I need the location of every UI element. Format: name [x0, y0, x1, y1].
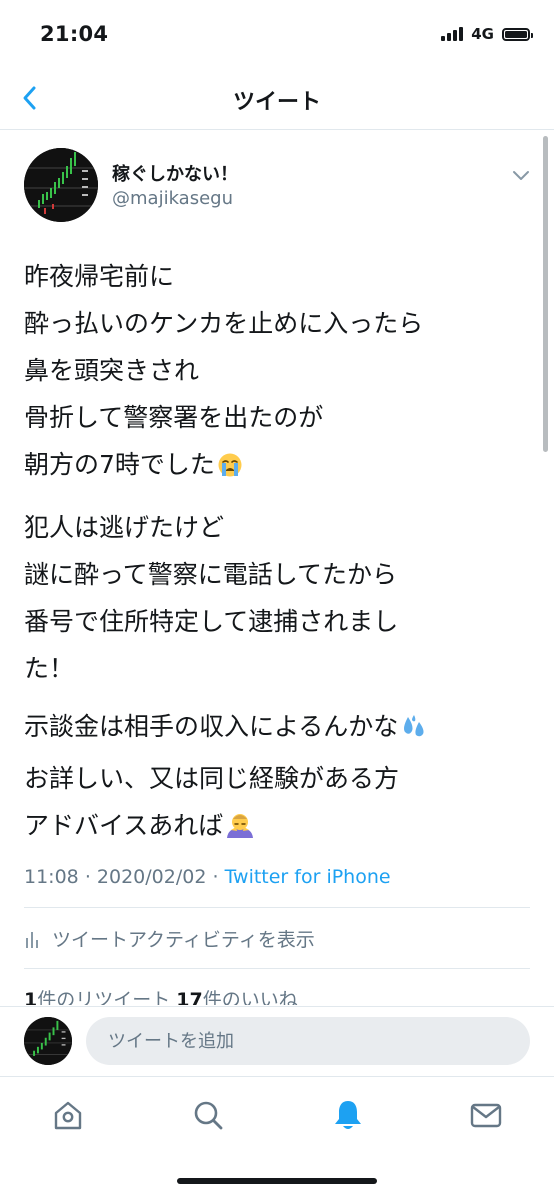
page-title: ツイート [232, 90, 321, 115]
text-line: 酔っ払いのケンカを止めに入ったら [24, 309, 424, 338]
text-line: 謎に酔って警察に電話してたから [24, 560, 398, 589]
avatar-chart-image [24, 1017, 72, 1065]
tweet-activity-label: ツイートアクティビティを表示 [52, 928, 315, 951]
avatar[interactable] [24, 148, 98, 222]
crying-face-emoji [217, 446, 243, 493]
tweet-date: 2020/02/02 [96, 866, 207, 888]
home-icon [54, 1101, 82, 1130]
signal-icon [441, 27, 464, 41]
search-icon [194, 1101, 223, 1130]
sweat-droplets-emoji [400, 708, 428, 755]
tab-notifications[interactable] [330, 1097, 366, 1133]
text-line: 鼻を頭突きされ [24, 356, 200, 385]
text-line: アドバイスあれば [24, 811, 224, 840]
notifications-icon [335, 1101, 361, 1129]
tweet-paragraph: 示談金は相手の収入によるんかな お詳しい、又は同じ経験がある方 アドバイスあれば [24, 703, 534, 854]
analytics-icon [26, 932, 38, 948]
divider [24, 907, 530, 908]
tab-home[interactable] [50, 1097, 86, 1133]
tab-messages[interactable] [468, 1097, 504, 1133]
text-line-with-emoji: 朝方の7時でした [24, 441, 534, 493]
text-line-with-emoji: 示談金は相手の収入によるんかな [24, 703, 534, 755]
tweet-options-button[interactable] [510, 164, 532, 186]
meta-separator: · [84, 866, 91, 888]
text-line: 朝方の7時でした [24, 450, 215, 479]
divider [24, 968, 530, 969]
retweet-count-link[interactable]: 1件のリツイート [24, 989, 170, 1005]
tweet-text: 昨夜帰宅前に 酔っ払いのケンカを止めに入ったら 鼻を頭突きされ 骨折して警察署を… [24, 253, 534, 865]
text-line: 番号で住所特定して逮捕されまし [24, 607, 399, 636]
status-time: 21:04 [40, 22, 109, 46]
author-name[interactable]: 稼ぐしかない！ [112, 160, 238, 186]
text-line: 昨夜帰宅前に [24, 262, 175, 291]
like-count-link[interactable]: 17件のいいね [176, 989, 297, 1005]
status-bar: 21:04 4G [0, 0, 554, 68]
tweet-time: 11:08 [24, 866, 79, 888]
meta-separator: · [212, 866, 219, 888]
avatar[interactable] [24, 1017, 72, 1065]
tweet-paragraph: 昨夜帰宅前に 酔っ払いのケンカを止めに入ったら 鼻を頭突きされ 骨折して警察署を… [24, 253, 534, 493]
text-line: お詳しい、又は同じ経験がある方 [24, 764, 400, 793]
text-line: た！ [24, 654, 75, 683]
tab-search[interactable] [190, 1097, 226, 1133]
tweet-activity-link[interactable]: ツイートアクティビティを表示 [24, 924, 315, 952]
text-line: 骨折して警察署を出たのが [24, 403, 324, 432]
reply-input[interactable] [86, 1017, 530, 1065]
avatar-chart-image [24, 148, 98, 222]
chevron-down-icon [513, 171, 529, 180]
text-line-with-emoji: アドバイスあれば [24, 802, 534, 854]
tweet-timestamp: 11:08 · 2020/02/02 · Twitter for iPhone [24, 866, 391, 888]
messages-icon [470, 1103, 502, 1128]
bowing-person-emoji [225, 807, 255, 854]
author-handle[interactable]: @majikasegu [112, 188, 233, 209]
home-indicator[interactable] [177, 1178, 377, 1184]
navigation-bar: ツイート [0, 68, 554, 130]
tweet-paragraph: 犯人は逃げたけど 謎に酔って警察に電話してたから 番号で住所特定して逮捕されまし… [24, 504, 534, 692]
engagement-counts: 1件のリツイート 17件のいいね [24, 985, 298, 1005]
like-count: 17 [176, 989, 203, 1005]
like-count-label: 件のいいね [202, 989, 298, 1005]
tweet-author: 稼ぐしかない！ @majikasegu [24, 148, 544, 224]
battery-icon [502, 27, 533, 41]
status-indicators: 4G [441, 25, 533, 43]
tweet-source-link[interactable]: Twitter for iPhone [225, 866, 391, 888]
network-type: 4G [471, 25, 494, 43]
retweet-count-label: 件のリツイート [37, 989, 171, 1005]
reply-composer [0, 1006, 554, 1076]
text-line: 示談金は相手の収入によるんかな [24, 712, 399, 741]
retweet-count: 1 [24, 989, 38, 1005]
text-line: 犯人は逃げたけど [24, 513, 225, 542]
